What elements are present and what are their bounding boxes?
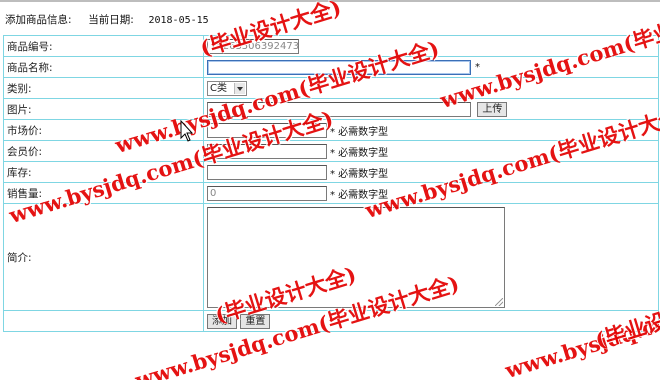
numeric-hint: * 必需数字型 [330, 189, 389, 201]
page-title: 添加商品信息: [5, 14, 72, 26]
sales-input[interactable]: 0 [207, 185, 327, 201]
upload-button[interactable]: 上传 [477, 101, 508, 117]
row-product-code: 商品编号: 15263506392473 [3, 35, 659, 57]
product-code-cell: 15263506392473 [203, 35, 659, 57]
stock-label: 库存: [3, 161, 204, 183]
chevron-down-icon[interactable] [234, 82, 245, 94]
member-price-label: 会员价: [3, 140, 204, 162]
row-category: 类别: C类 [3, 77, 659, 99]
product-code-label: 商品编号: [3, 35, 204, 57]
product-name-label: 商品名称: [3, 56, 204, 78]
category-cell: C类 [203, 77, 659, 99]
product-name-input[interactable] [207, 59, 471, 75]
row-actions: 添加 重置 [3, 310, 659, 332]
reset-button[interactable]: 重置 [240, 313, 271, 329]
image-label: 图片: [3, 98, 204, 120]
intro-label: 简介: [3, 203, 204, 311]
market-price-cell: * 必需数字型 [203, 119, 659, 141]
intro-textarea[interactable] [207, 206, 505, 308]
row-stock: 库存: * 必需数字型 [3, 161, 659, 183]
member-price-input[interactable] [207, 143, 327, 159]
product-name-cell: * [203, 56, 659, 78]
image-path-input[interactable] [207, 101, 471, 117]
row-image: 图片: 上传 [3, 98, 659, 120]
row-intro: 简介: [3, 203, 659, 311]
date-label: 当前日期: [88, 14, 134, 26]
required-mark: * [475, 61, 480, 73]
row-product-name: 商品名称: * [3, 56, 659, 78]
actions-empty-cell [3, 310, 204, 332]
top-border [0, 0, 660, 2]
actions-cell: 添加 重置 [203, 310, 659, 332]
product-form-table: 商品编号: 15263506392473 商品名称: * 类别: C类 图片: … [3, 35, 659, 332]
member-price-cell: * 必需数字型 [203, 140, 659, 162]
market-price-input[interactable] [207, 122, 327, 138]
numeric-hint: * 必需数字型 [330, 126, 389, 138]
intro-cell [203, 203, 659, 311]
category-select[interactable]: C类 [207, 80, 247, 96]
stock-input[interactable] [207, 164, 327, 180]
row-sales: 销售量: 0 * 必需数字型 [3, 182, 659, 204]
sales-cell: 0 * 必需数字型 [203, 182, 659, 204]
add-button[interactable]: 添加 [207, 313, 237, 329]
product-code-input[interactable]: 15263506392473 [207, 38, 299, 54]
category-label: 类别: [3, 77, 204, 99]
image-cell: 上传 [203, 98, 659, 120]
numeric-hint: * 必需数字型 [330, 168, 389, 180]
stock-cell: * 必需数字型 [203, 161, 659, 183]
sales-label: 销售量: [3, 182, 204, 204]
current-date: 2018-05-15 [148, 15, 209, 26]
page-header: 添加商品信息: 当前日期: 2018-05-15 [5, 12, 209, 27]
numeric-hint: * 必需数字型 [330, 147, 389, 159]
market-price-label: 市场价: [3, 119, 204, 141]
row-market-price: 市场价: * 必需数字型 [3, 119, 659, 141]
resize-grip-icon[interactable] [495, 297, 503, 306]
row-member-price: 会员价: * 必需数字型 [3, 140, 659, 162]
category-selected-value: C类 [210, 82, 227, 94]
